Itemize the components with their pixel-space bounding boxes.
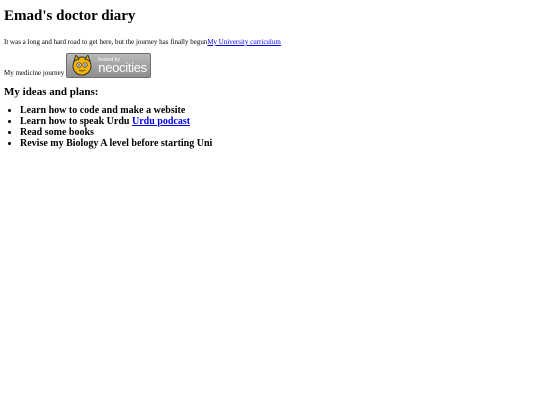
plans-list: Learn how to code and make a website Lea… xyxy=(4,105,536,149)
journey-text: My medicine journey xyxy=(4,69,65,77)
plan-text: Revise my Biology A level before startin… xyxy=(20,138,213,149)
plan-text: Learn how to speak Urdu xyxy=(20,116,132,127)
list-item: Learn how to code and make a website xyxy=(20,105,536,116)
section-heading: My ideas and plans: xyxy=(4,86,99,98)
list-item: Read some books xyxy=(20,127,536,138)
page-title: Emad's doctor diary xyxy=(4,8,136,24)
list-item: Revise my Biology A level before startin… xyxy=(20,138,536,149)
intro-text: It was a long and hard road to get here,… xyxy=(4,38,208,46)
intro-paragraph: It was a long and hard road to get here,… xyxy=(4,38,536,47)
journey-row: My medicine journey hosted by neocities xyxy=(4,53,536,78)
list-item: Learn how to speak Urdu Urdu podcast xyxy=(20,116,536,127)
neocities-cat-icon xyxy=(72,55,92,76)
page-content: Emad's doctor diary It was a long and ha… xyxy=(0,0,540,149)
urdu-podcast-link[interactable]: Urdu podcast xyxy=(132,116,190,127)
badge-brand-text: neocities xyxy=(98,60,147,75)
plan-text: Read some books xyxy=(20,127,94,138)
curriculum-link[interactable]: My University curriculum xyxy=(207,38,281,46)
plan-text: Learn how to code and make a website xyxy=(20,105,186,116)
neocities-badge[interactable]: hosted by neocities xyxy=(66,53,152,78)
